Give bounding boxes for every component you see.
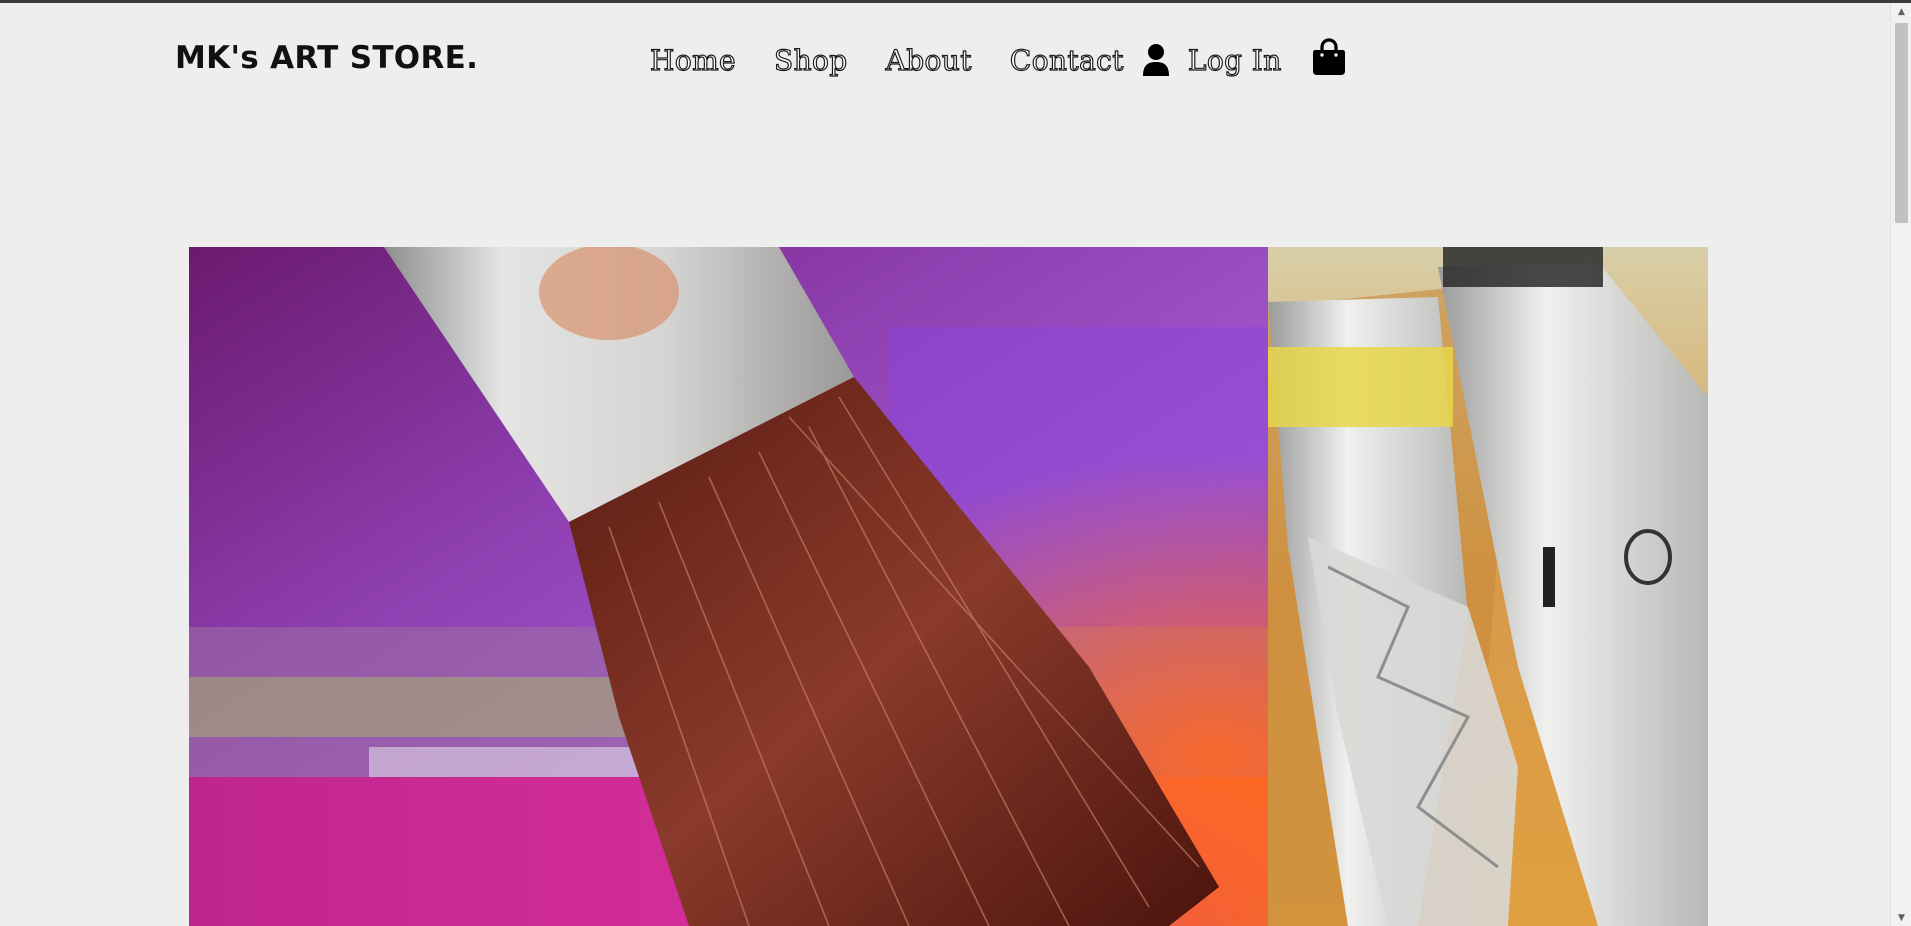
brand-logo[interactable]: MK's ART STORE. xyxy=(175,40,478,76)
paint-tubes-photo xyxy=(1268,247,1708,926)
nav-about-link[interactable]: About xyxy=(885,43,972,77)
scroll-up-arrow-icon[interactable]: ▲ xyxy=(1891,3,1911,20)
nav-contact-link[interactable]: Contact xyxy=(1009,43,1124,77)
vertical-scrollbar[interactable]: ▲ ▼ xyxy=(1890,3,1911,926)
paintbrush-photo xyxy=(189,247,1268,926)
nav-home-link[interactable]: Home xyxy=(649,43,736,77)
login-link[interactable]: Log In xyxy=(1187,43,1282,77)
nav-shop-link[interactable]: Shop xyxy=(773,43,847,77)
shopping-bag-icon[interactable] xyxy=(1312,38,1346,76)
main-nav: Home Shop About Contact Log In xyxy=(649,38,1346,77)
scrollbar-thumb[interactable] xyxy=(1895,23,1908,223)
scroll-down-arrow-icon[interactable]: ▼ xyxy=(1891,909,1911,926)
user-icon[interactable] xyxy=(1142,43,1170,77)
site-header: MK's ART STORE. Home Shop About Contact … xyxy=(0,3,1890,113)
hero-banner xyxy=(189,247,1708,926)
